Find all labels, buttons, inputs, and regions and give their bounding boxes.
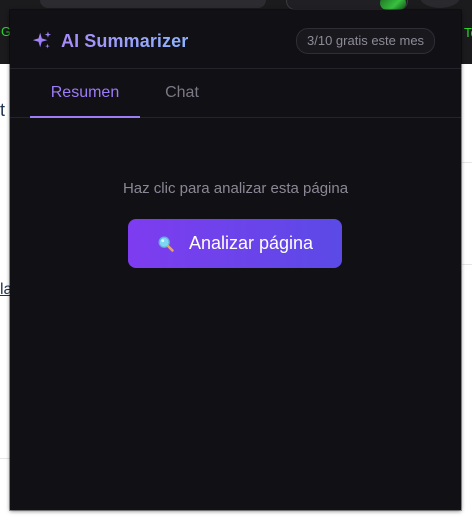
active-tab-indicator — [30, 116, 140, 118]
browser-address-bar[interactable] — [40, 0, 266, 8]
tab-chat[interactable]: Chat — [142, 69, 222, 117]
tab-bar: Resumen Chat — [10, 69, 461, 118]
app-title: AI Summarizer — [61, 30, 189, 51]
tab-resumen[interactable]: Resumen — [30, 69, 140, 117]
ai-summarizer-popup: AI Summarizer 3/10 gratis este mes Resum… — [10, 10, 461, 510]
usage-badge: 3/10 gratis este mes — [296, 28, 436, 54]
background-tab-text-right: To — [464, 25, 472, 40]
analyze-page-button[interactable]: Analizar página — [128, 219, 342, 268]
analyze-page-label: Analizar página — [188, 233, 314, 253]
browser-profile-avatar[interactable] — [420, 0, 460, 8]
popup-header: AI Summarizer 3/10 gratis este mes — [10, 10, 461, 69]
magnifier-icon — [158, 236, 174, 252]
analyze-hint-text: Haz clic para analizar esta página — [122, 180, 349, 197]
background-heading-fragment: t — [0, 100, 6, 120]
background-divider — [462, 264, 472, 265]
browser-extension-icon[interactable] — [380, 0, 406, 10]
sparkle-icon — [32, 31, 52, 49]
background-divider — [0, 458, 10, 459]
background-divider — [462, 162, 472, 163]
brand: AI Summarizer — [31, 30, 188, 52]
